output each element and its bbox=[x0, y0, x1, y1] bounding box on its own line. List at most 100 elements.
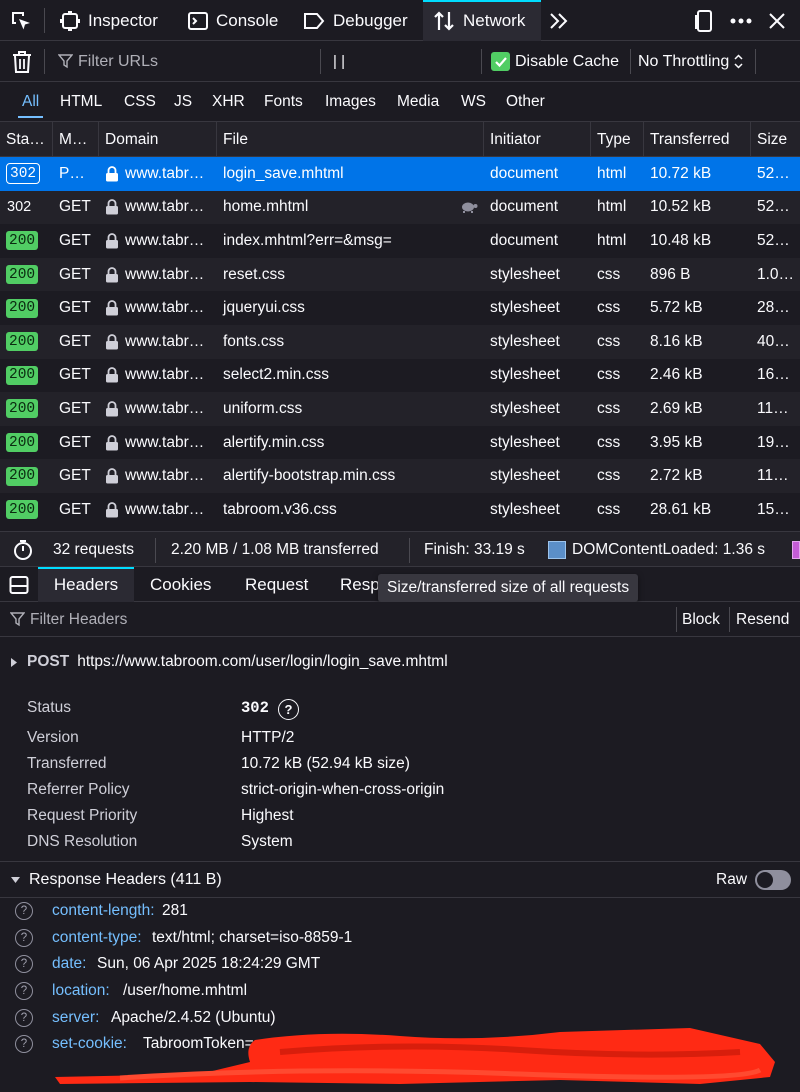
cell-size: 11… bbox=[751, 459, 800, 493]
table-row[interactable]: 200 GET www.tabr… alertify.min.css styleshee… bbox=[0, 426, 800, 460]
block-button[interactable]: Block bbox=[682, 602, 720, 637]
cell-initiator: stylesheet bbox=[484, 258, 591, 292]
trash-icon[interactable] bbox=[11, 50, 33, 74]
table-header: Sta… M… Domain File Initiator Type Trans… bbox=[0, 122, 800, 157]
dock-side-icon[interactable] bbox=[693, 9, 715, 33]
lock-icon bbox=[105, 300, 119, 316]
filter-type-images[interactable]: Images bbox=[325, 82, 376, 122]
cell-transferred: 2.69 kB bbox=[644, 392, 751, 426]
response-header-row[interactable]: ? server: Apache/2.4.52 (Ubuntu) bbox=[0, 1004, 800, 1031]
checkbox-checked-icon bbox=[491, 52, 510, 71]
filter-type-xhr[interactable]: XHR bbox=[212, 82, 245, 122]
filter-type-ws[interactable]: WS bbox=[461, 82, 486, 122]
more-options-icon[interactable] bbox=[730, 13, 752, 29]
filter-type-fonts[interactable]: Fonts bbox=[264, 82, 303, 122]
column-header-size[interactable]: Size bbox=[751, 122, 800, 157]
filter-type-js[interactable]: JS bbox=[174, 82, 192, 122]
method-text: GET bbox=[59, 299, 91, 317]
response-header-row[interactable]: ? location: /user/home.mhtml bbox=[0, 978, 800, 1005]
tab-response[interactable]: Resp bbox=[340, 567, 380, 602]
filter-type-media[interactable]: Media bbox=[397, 82, 439, 122]
column-header-transferred[interactable]: Transferred bbox=[644, 122, 751, 157]
cell-initiator: document bbox=[484, 191, 591, 225]
pause-button[interactable]: | | bbox=[333, 41, 345, 82]
column-header-status[interactable]: Sta… bbox=[0, 122, 53, 157]
filter-type-all[interactable]: All bbox=[17, 82, 44, 122]
lock-icon bbox=[105, 266, 119, 283]
throttling-select[interactable]: No Throttling bbox=[638, 41, 743, 82]
help-icon[interactable]: ? bbox=[15, 928, 33, 947]
transfer-size-summary[interactable]: 2.20 MB / 1.08 MB transferred bbox=[171, 532, 379, 568]
size-tooltip: Size/transferred size of all requests bbox=[378, 574, 639, 602]
response-header-row[interactable]: ? date: Sun, 06 Apr 2025 18:24:29 GMT bbox=[0, 951, 800, 978]
table-row[interactable]: 200 GET www.tabr… reset.css stylesheet css 896… bbox=[0, 257, 800, 292]
help-icon[interactable]: ? bbox=[15, 1008, 33, 1027]
filter-type-html[interactable]: HTML bbox=[60, 82, 102, 122]
tab-headers[interactable]: Headers bbox=[38, 567, 134, 602]
column-header-file[interactable]: File bbox=[217, 122, 484, 157]
filter-type-css[interactable]: CSS bbox=[124, 82, 156, 122]
filter-headers-input[interactable]: Filter Headers bbox=[10, 602, 127, 637]
column-header-method[interactable]: M… bbox=[53, 122, 99, 157]
cell-file: home.mhtml bbox=[217, 191, 484, 225]
more-tabs-chevron-icon[interactable] bbox=[548, 10, 570, 32]
table-row[interactable]: 200 GET www.tabr… jqueryui.css stylesheet css… bbox=[0, 291, 800, 325]
raw-switch[interactable] bbox=[755, 870, 792, 890]
column-header-initiator[interactable]: Initiator bbox=[484, 122, 591, 157]
toggle-sidebar-icon[interactable] bbox=[9, 575, 29, 595]
tab-request[interactable]: Request bbox=[245, 567, 308, 602]
tab-inspector[interactable]: Inspector bbox=[52, 0, 166, 41]
column-header-type[interactable]: Type bbox=[591, 122, 644, 157]
table-row[interactable]: 200 GET www.tabr… alertify-bootstrap.min.cs… bbox=[0, 459, 800, 493]
cell-size: 1.0… bbox=[751, 258, 800, 292]
cell-domain: www.tabr… bbox=[99, 291, 217, 325]
help-icon[interactable]: ? bbox=[15, 1035, 33, 1054]
table-row[interactable]: 200 GET www.tabr… select2.min.css stylesheet… bbox=[0, 359, 800, 393]
table-row[interactable]: 200 GET www.tabr… fonts.css stylesheet css 8.1… bbox=[0, 325, 800, 359]
table-row[interactable]: 200 GET www.tabr… index.mhtml?err=&msg= docu… bbox=[0, 224, 800, 258]
request-url-row[interactable]: POST https://www.tabroom.com/user/login/… bbox=[10, 653, 448, 671]
table-row[interactable]: 302 GET www.tabr… home.mhtml document html 10.… bbox=[0, 190, 800, 225]
cell-method: GET bbox=[53, 459, 99, 493]
status-help-icon[interactable]: ? bbox=[278, 699, 299, 720]
column-header-domain[interactable]: Domain bbox=[99, 122, 217, 157]
close-icon[interactable] bbox=[767, 11, 787, 31]
filter-type-other[interactable]: Other bbox=[506, 82, 545, 122]
tab-console[interactable]: Console bbox=[180, 0, 286, 41]
help-icon[interactable]: ? bbox=[15, 982, 33, 1001]
initiator-text: document bbox=[490, 164, 559, 182]
response-header-row[interactable]: ? content-length: 281 bbox=[0, 898, 800, 925]
response-header-row[interactable]: ? set-cookie: TabroomToken= bbox=[0, 1031, 800, 1058]
header-name: server: bbox=[52, 1008, 100, 1026]
help-icon[interactable]: ? bbox=[15, 902, 33, 921]
element-picker-icon[interactable] bbox=[10, 10, 32, 32]
table-row[interactable]: 200 GET www.tabr… tabroom.v36.css stylesheet… bbox=[0, 493, 800, 527]
raw-label: Raw bbox=[716, 871, 748, 888]
response-headers-toggle[interactable]: Response Headers (411 B) bbox=[0, 862, 800, 898]
tab-cookies[interactable]: Cookies bbox=[150, 567, 211, 602]
disable-cache-checkbox[interactable]: Disable Cache bbox=[491, 41, 619, 82]
transferred-text: 896 B bbox=[650, 265, 691, 283]
size-text: 11… bbox=[757, 399, 789, 417]
status-badge: 200 bbox=[6, 298, 39, 318]
size-text: 1.0… bbox=[757, 265, 795, 283]
resend-button[interactable]: Resend bbox=[736, 602, 789, 637]
cell-initiator: document bbox=[484, 157, 591, 191]
table-row[interactable]: 302 P… www.tabr… login_save.mhtml document ht… bbox=[0, 157, 800, 191]
tab-debugger[interactable]: Debugger bbox=[295, 0, 416, 41]
initiator-text: stylesheet bbox=[490, 433, 560, 451]
cell-method: GET bbox=[53, 359, 99, 393]
raw-toggle[interactable]: Raw bbox=[716, 870, 792, 890]
response-header-row[interactable]: ? content-type: text/html; charset=iso-885… bbox=[0, 925, 800, 952]
header-value: /user/home.mhtml bbox=[123, 982, 248, 1000]
request-url: https://www.tabroom.com/user/login/login… bbox=[77, 653, 448, 670]
help-icon[interactable]: ? bbox=[15, 955, 33, 974]
method-text: GET bbox=[59, 500, 91, 518]
tab-network[interactable]: Network bbox=[423, 0, 541, 41]
cell-file: select2.min.css bbox=[217, 359, 484, 393]
cell-domain: www.tabr… bbox=[99, 426, 217, 460]
table-row[interactable]: 200 GET www.tabr… uniform.css stylesheet css 2… bbox=[0, 392, 800, 426]
cell-type: html bbox=[591, 224, 644, 258]
filter-urls-input[interactable]: Filter URLs bbox=[58, 41, 313, 82]
type-text: css bbox=[597, 265, 621, 283]
